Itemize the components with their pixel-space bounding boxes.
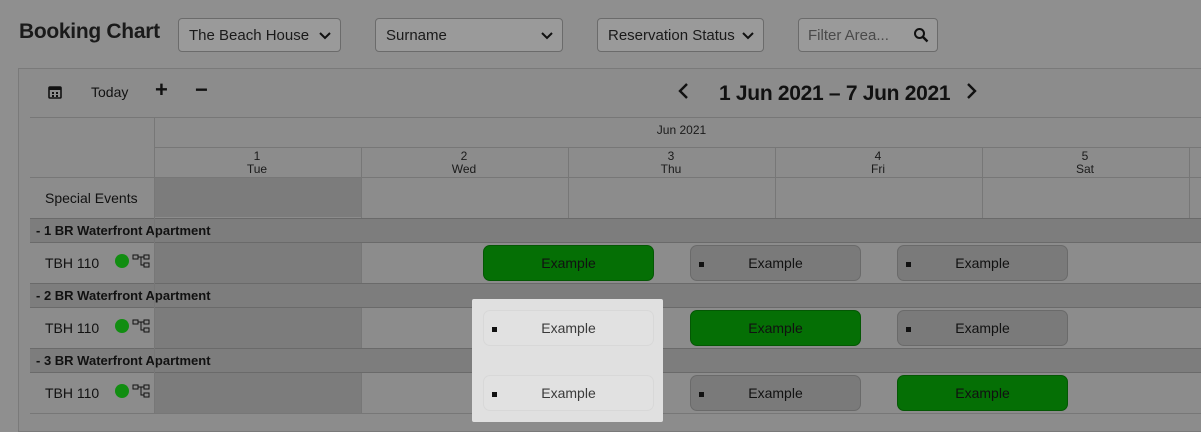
room-hierarchy-icon[interactable] (132, 384, 150, 398)
booking-marker-icon (492, 392, 497, 397)
search-icon[interactable] (913, 27, 929, 43)
room-name[interactable]: TBH 110 (45, 385, 99, 401)
chevron-down-icon (319, 32, 331, 40)
sort-select-value: Surname (386, 26, 447, 44)
status-dot (115, 384, 129, 398)
zoom-in-button[interactable]: + (155, 77, 168, 103)
chevron-down-icon (742, 32, 754, 40)
booking-bar[interactable]: Example (690, 245, 861, 281)
booking-bar[interactable]: Example (483, 375, 654, 411)
booking-marker-icon (906, 262, 911, 267)
chevron-down-icon (541, 32, 553, 40)
property-select[interactable]: The Beach House (178, 18, 341, 52)
booking-marker-icon (492, 327, 497, 332)
booking-bar[interactable]: Example (483, 245, 654, 281)
past-day-cell (154, 243, 361, 283)
past-day-cell (154, 308, 361, 348)
room-hierarchy-icon[interactable] (132, 254, 150, 268)
status-dot (115, 254, 129, 268)
room-name[interactable]: TBH 110 (45, 255, 99, 271)
zoom-out-button[interactable]: − (195, 77, 208, 103)
today-button[interactable]: Today (91, 84, 128, 100)
sort-select[interactable]: Surname (375, 18, 563, 52)
filter-area-input[interactable]: Filter Area... (798, 18, 938, 52)
past-day-cell (154, 178, 361, 217)
past-day-cell (154, 373, 361, 413)
day-header: 1 Tue (246, 149, 268, 176)
status-select[interactable]: Reservation Status (597, 18, 764, 52)
room-hierarchy-icon[interactable] (132, 319, 150, 333)
booking-marker-icon (699, 262, 704, 267)
room-name[interactable]: TBH 110 (45, 320, 99, 336)
status-dot (115, 319, 129, 333)
booking-marker-icon (906, 327, 911, 332)
special-events-label: Special Events (45, 190, 138, 206)
month-label: Jun 2021 (656, 123, 707, 137)
chevron-right-icon[interactable] (964, 82, 978, 100)
date-range-title: 1 Jun 2021 – 7 Jun 2021 (719, 82, 951, 105)
booking-bar[interactable]: Example (897, 245, 1068, 281)
property-select-value: The Beach House (189, 26, 310, 44)
booking-bar[interactable]: Example (897, 310, 1068, 346)
page-title: Booking Chart (19, 20, 160, 43)
day-header: 2 Wed (451, 149, 477, 176)
day-header: 4 Fri (871, 149, 885, 176)
chevron-left-icon[interactable] (677, 82, 691, 100)
day-header: 3 Thu (660, 149, 682, 176)
calendar-icon[interactable] (48, 85, 62, 99)
room-type-group[interactable]: - 1 BR Waterfront Apartment (30, 218, 1201, 243)
filter-placeholder: Filter Area... (808, 26, 889, 44)
day-header: 5 Sat (1075, 149, 1094, 176)
booking-bar[interactable]: Example (690, 375, 861, 411)
booking-bar[interactable]: Example (690, 310, 861, 346)
booking-bar[interactable]: Example (483, 310, 654, 346)
booking-bar[interactable]: Example (897, 375, 1068, 411)
booking-marker-icon (699, 392, 704, 397)
status-select-value: Reservation Status (608, 26, 735, 44)
